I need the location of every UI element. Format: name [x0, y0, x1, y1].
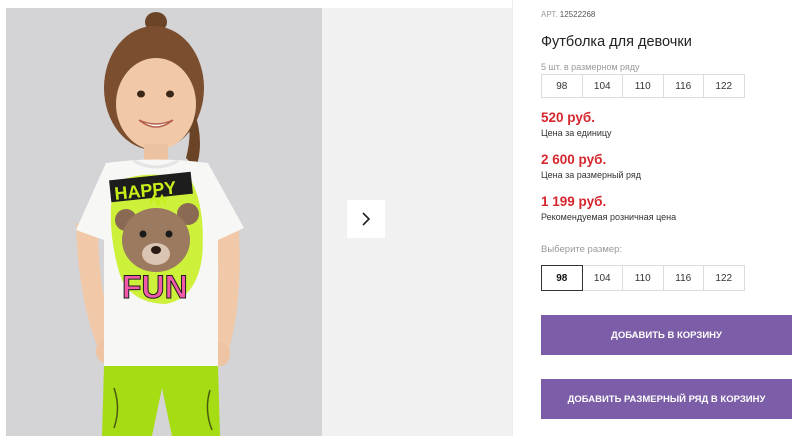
- unit-price-label: Цена за единицу: [541, 128, 612, 138]
- pack-note: 5 шт. в размерном ряду: [541, 62, 640, 72]
- pack-size-list: 98 104 110 116 122: [541, 74, 745, 98]
- sku: АРТ. 12522268: [541, 10, 595, 19]
- pack-size: 98: [541, 74, 583, 98]
- next-image-button[interactable]: [347, 200, 385, 238]
- size-option[interactable]: 116: [662, 265, 704, 291]
- product-title: Футболка для девочки: [541, 34, 692, 50]
- pack-size: 116: [662, 74, 704, 98]
- girl-photo-illustration: HAPPY FUN: [76, 12, 244, 436]
- size-option-selected[interactable]: 98: [541, 265, 583, 291]
- size-option[interactable]: 110: [622, 265, 664, 291]
- retail-price: 1 199 руб.: [541, 194, 607, 209]
- size-option[interactable]: 122: [703, 265, 745, 291]
- pack-size: 110: [622, 74, 664, 98]
- product-info: АРТ. 12522268 Футболка для девочки 5 шт.…: [512, 0, 800, 436]
- size-option[interactable]: 104: [581, 265, 623, 291]
- add-to-cart-button[interactable]: ДОБАВИТЬ В КОРЗИНУ: [541, 315, 792, 355]
- size-picker: 98 104 110 116 122: [541, 265, 745, 291]
- product-gallery: HAPPY FUN: [0, 0, 512, 436]
- product-photo[interactable]: HAPPY FUN: [6, 8, 322, 436]
- product-page: HAPPY FUN АРТ. 12522268 Футболка для дев…: [0, 0, 800, 436]
- pack-price-label: Цена за размерный ряд: [541, 170, 642, 180]
- pack-price: 2 600 руб.: [541, 152, 607, 167]
- sku-number: 12522268: [559, 10, 596, 19]
- pack-size: 104: [581, 74, 623, 98]
- sku-label: АРТ.: [541, 10, 558, 19]
- unit-price: 520 руб.: [541, 110, 595, 125]
- retail-price-label: Рекомендуемая розничная цена: [541, 212, 677, 222]
- size-picker-label: Выберите размер:: [541, 244, 623, 255]
- pack-size: 122: [703, 74, 745, 98]
- print-bottom-text: FUN: [122, 269, 188, 305]
- add-pack-to-cart-button[interactable]: ДОБАВИТЬ РАЗМЕРНЫЙ РЯД В КОРЗИНУ: [541, 379, 792, 419]
- chevron-right-icon: [362, 212, 371, 226]
